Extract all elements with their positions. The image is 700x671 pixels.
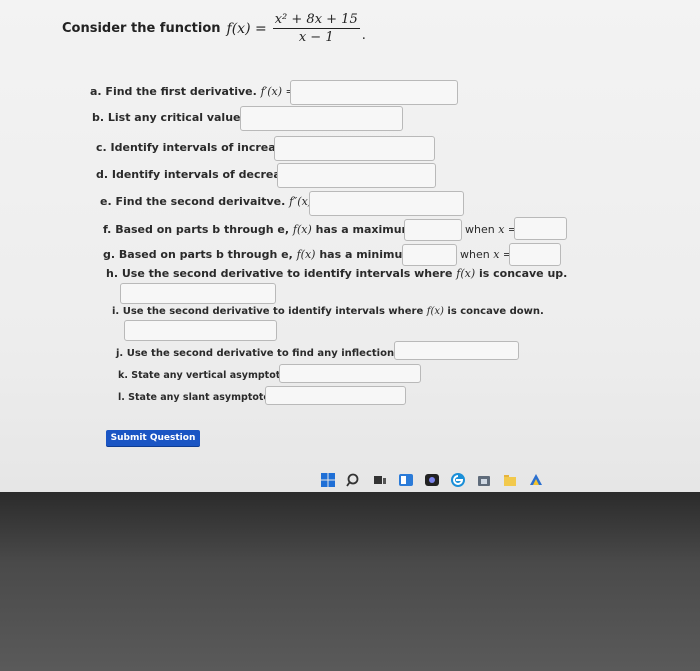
function-name: f(x) = <box>226 20 267 37</box>
question-e-label: e. Find the second derivaitve. <box>100 195 286 208</box>
answer-g-min-input[interactable] <box>402 244 457 266</box>
edge-icon[interactable] <box>450 472 466 488</box>
answer-c-input[interactable] <box>274 136 435 161</box>
question-f-math: f(x) <box>292 223 312 236</box>
question-f-when-label: when <box>465 223 495 236</box>
widgets-icon[interactable] <box>398 472 414 488</box>
chat-icon[interactable] <box>424 472 440 488</box>
question-f-pre: f. Based on parts b through e, <box>103 223 290 236</box>
answer-l-input[interactable] <box>265 386 406 405</box>
question-g: g. Based on parts b through e, f(x) has … <box>103 248 453 261</box>
question-i-pre: i. Use the second derivative to identify… <box>112 306 424 317</box>
question-i-math: f(x) <box>426 306 444 317</box>
question-d: d. Identify intervals of decrease. <box>96 168 299 181</box>
question-a-label: a. Find the first derivative. <box>90 85 257 98</box>
search-icon[interactable] <box>346 472 362 488</box>
question-h: h. Use the second derivative to identify… <box>106 267 567 280</box>
question-g-pre: g. Based on parts b through e, <box>103 248 293 261</box>
question-h-math: f(x) <box>456 267 476 280</box>
question-a: a. Find the first derivative. f′(x) = <box>90 85 295 98</box>
fraction-numerator: x² + 8x + 15 <box>272 12 360 29</box>
answer-e-input[interactable] <box>309 191 464 216</box>
file-explorer-icon[interactable] <box>502 472 518 488</box>
answer-k-input[interactable] <box>279 364 421 383</box>
answer-b-input[interactable] <box>240 106 403 131</box>
question-f: f. Based on parts b through e, f(x) has … <box>103 223 452 236</box>
question-f-when: when x = <box>465 223 517 236</box>
problem-statement: Consider the function f(x) = x² + 8x + 1… <box>62 12 366 45</box>
question-g-when: when x = <box>460 248 512 261</box>
question-g-math: f(x) <box>296 248 316 261</box>
question-b: b. List any critical values. <box>92 111 252 124</box>
monitor-bezel <box>0 492 700 671</box>
question-h-post: is concave up. <box>479 267 568 280</box>
screen: Consider the function f(x) = x² + 8x + 1… <box>0 0 700 492</box>
task-view-icon[interactable] <box>372 472 388 488</box>
answer-h-input[interactable] <box>120 283 276 304</box>
windows-icon[interactable] <box>320 472 336 488</box>
taskbar <box>320 470 544 490</box>
question-j: j. Use the second derivative to find any… <box>116 348 437 359</box>
answer-j-input[interactable] <box>394 341 519 360</box>
submit-question-button[interactable]: Submit Question <box>106 430 200 446</box>
question-i-post: is concave down. <box>447 306 544 317</box>
app-icon[interactable] <box>528 472 544 488</box>
answer-f-max-input[interactable] <box>404 219 462 241</box>
answer-g-when-input[interactable] <box>509 243 561 266</box>
answer-i-input[interactable] <box>124 320 277 341</box>
answer-f-when-input[interactable] <box>514 217 567 240</box>
fraction-denominator: x − 1 <box>298 30 334 45</box>
question-i: i. Use the second derivative to identify… <box>112 306 544 317</box>
answer-a-input[interactable] <box>290 80 458 105</box>
prompt-intro: Consider the function <box>62 21 221 36</box>
question-g-when-label: when <box>460 248 490 261</box>
question-l: l. State any slant asymptotes. <box>118 392 280 403</box>
question-h-pre: h. Use the second derivative to identify… <box>106 267 453 280</box>
function-fraction: x² + 8x + 15 x − 1 <box>272 12 360 45</box>
question-c: c. Identify intervals of increase. <box>96 141 294 154</box>
question-k: k. State any vertical asymptotes. <box>118 370 296 381</box>
prompt-period: . <box>361 28 366 43</box>
store-icon[interactable] <box>476 472 492 488</box>
question-e: e. Find the second derivaitve. f″(x) = <box>100 195 325 208</box>
answer-d-input[interactable] <box>277 163 436 188</box>
